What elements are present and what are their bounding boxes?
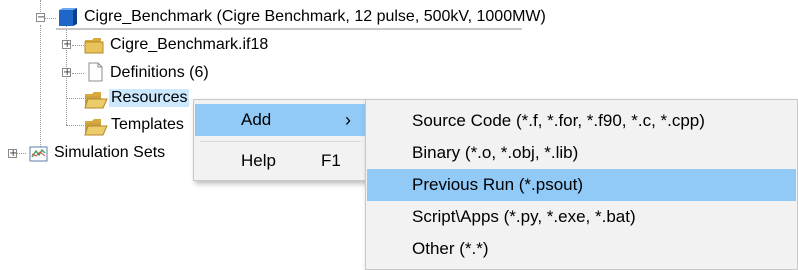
submenu-item-previous-run[interactable]: Previous Run (*.psout) bbox=[367, 169, 796, 201]
submenu-item-other-label: Other (*.*) bbox=[412, 239, 489, 258]
collapse-toggle[interactable]: − bbox=[36, 13, 45, 23]
submenu-item-other[interactable]: Other (*.*) bbox=[367, 233, 796, 265]
submenu-item-binary[interactable]: Binary (*.o, *.obj, *.lib) bbox=[367, 137, 796, 169]
context-menu: Add › Help F1 bbox=[193, 99, 368, 181]
project-icon bbox=[59, 8, 77, 26]
tree-item-templates-label: Templates bbox=[111, 116, 184, 133]
simulation-sets-icon bbox=[29, 146, 48, 162]
open-folder-icon bbox=[84, 92, 108, 109]
submenu-item-binary-label: Binary (*.o, *.obj, *.lib) bbox=[412, 143, 579, 162]
tree-item-definitions-label: Definitions (6) bbox=[110, 64, 209, 81]
tree-item-if18-label: Cigre_Benchmark.if18 bbox=[110, 36, 269, 53]
menu-item-help-label: Help bbox=[241, 151, 276, 170]
submenu-item-script-apps-label: Script\Apps (*.py, *.exe, *.bat) bbox=[412, 207, 636, 226]
expand-toggle[interactable]: + bbox=[62, 40, 71, 50]
tree-line bbox=[72, 73, 84, 74]
tree-item-resources[interactable]: Resources bbox=[109, 87, 190, 109]
add-submenu: Source Code (*.f, *.for, *.f90, *.c, *.c… bbox=[365, 99, 798, 270]
tree-item-simulation-sets-label: Simulation Sets bbox=[54, 144, 166, 161]
tree-item-resources-label: Resources bbox=[109, 89, 190, 107]
folder-icon bbox=[84, 38, 104, 54]
menu-item-help[interactable]: Help F1 bbox=[195, 145, 366, 177]
expand-toggle[interactable]: + bbox=[8, 149, 17, 159]
chevron-right-icon: › bbox=[345, 109, 351, 130]
tree-line bbox=[66, 98, 84, 99]
submenu-item-source-code[interactable]: Source Code (*.f, *.for, *.f90, *.c, *.c… bbox=[367, 105, 796, 137]
menu-item-add-label: Add bbox=[241, 110, 272, 129]
tree-line bbox=[66, 125, 84, 126]
tree-item-project-label: Cigre_Benchmark (Cigre Benchmark, 12 pul… bbox=[84, 8, 546, 25]
submenu-item-source-code-label: Source Code (*.f, *.for, *.f90, *.c, *.c… bbox=[412, 111, 705, 130]
row-focus-underline bbox=[56, 28, 522, 30]
open-folder-icon bbox=[84, 119, 108, 136]
expand-toggle[interactable]: + bbox=[62, 68, 71, 78]
tree-item-simulation-sets[interactable]: Simulation Sets bbox=[52, 142, 167, 164]
menu-separator bbox=[200, 141, 361, 142]
menu-item-help-shortcut: F1 bbox=[321, 151, 341, 170]
tree-item-definitions[interactable]: Definitions (6) bbox=[108, 62, 211, 84]
tree-line bbox=[40, 25, 41, 153]
tree-item-project[interactable]: Cigre_Benchmark (Cigre Benchmark, 12 pul… bbox=[82, 6, 548, 28]
submenu-item-previous-run-label: Previous Run (*.psout) bbox=[412, 175, 584, 194]
document-icon bbox=[88, 62, 103, 82]
tree-item-if18[interactable]: Cigre_Benchmark.if18 bbox=[108, 34, 270, 56]
tree-item-templates[interactable]: Templates bbox=[109, 114, 186, 136]
submenu-item-script-apps[interactable]: Script\Apps (*.py, *.exe, *.bat) bbox=[367, 201, 796, 233]
menu-item-add[interactable]: Add › bbox=[195, 104, 366, 136]
